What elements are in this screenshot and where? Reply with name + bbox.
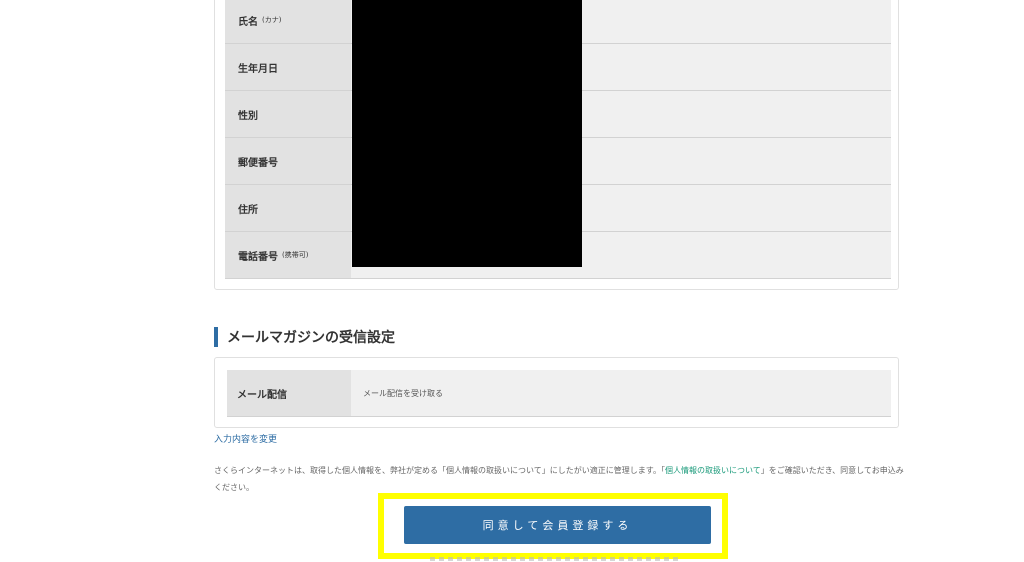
edit-input-link[interactable]: 入力内容を変更: [214, 432, 277, 445]
row-label: 性別: [225, 91, 351, 137]
mail-delivery-row: メール配信 メール配信を受け取る: [227, 370, 891, 417]
mail-delivery-value: メール配信を受け取る: [363, 388, 443, 398]
mail-delivery-label: メール配信: [227, 370, 351, 416]
mail-settings-card: メール配信 メール配信を受け取る: [214, 357, 899, 428]
heading-accent-bar: [214, 327, 218, 347]
row-label: 住所: [225, 185, 351, 231]
cut-off-text: [430, 557, 680, 561]
row-label: 郵便番号: [225, 138, 351, 184]
registration-confirm-page: 氏名 (カナ) 生年月日 性別 郵便番号 住所 電話番号 (携帯可) メールマガ…: [0, 0, 1024, 562]
redaction-box: [352, 0, 582, 267]
row-label: 電話番号 (携帯可): [225, 232, 351, 278]
privacy-policy-link[interactable]: 個人情報の取扱いについて: [665, 466, 761, 475]
row-label: 生年月日: [225, 44, 351, 90]
mail-section-heading: メールマガジンの受信設定: [214, 326, 395, 348]
privacy-notice: さくらインターネットは、取得した個人情報を、弊社が定める「個人情報の取扱いについ…: [214, 466, 904, 492]
agree-register-button[interactable]: 同意して会員登録する: [404, 506, 711, 544]
row-label: 氏名 (カナ): [225, 0, 351, 43]
